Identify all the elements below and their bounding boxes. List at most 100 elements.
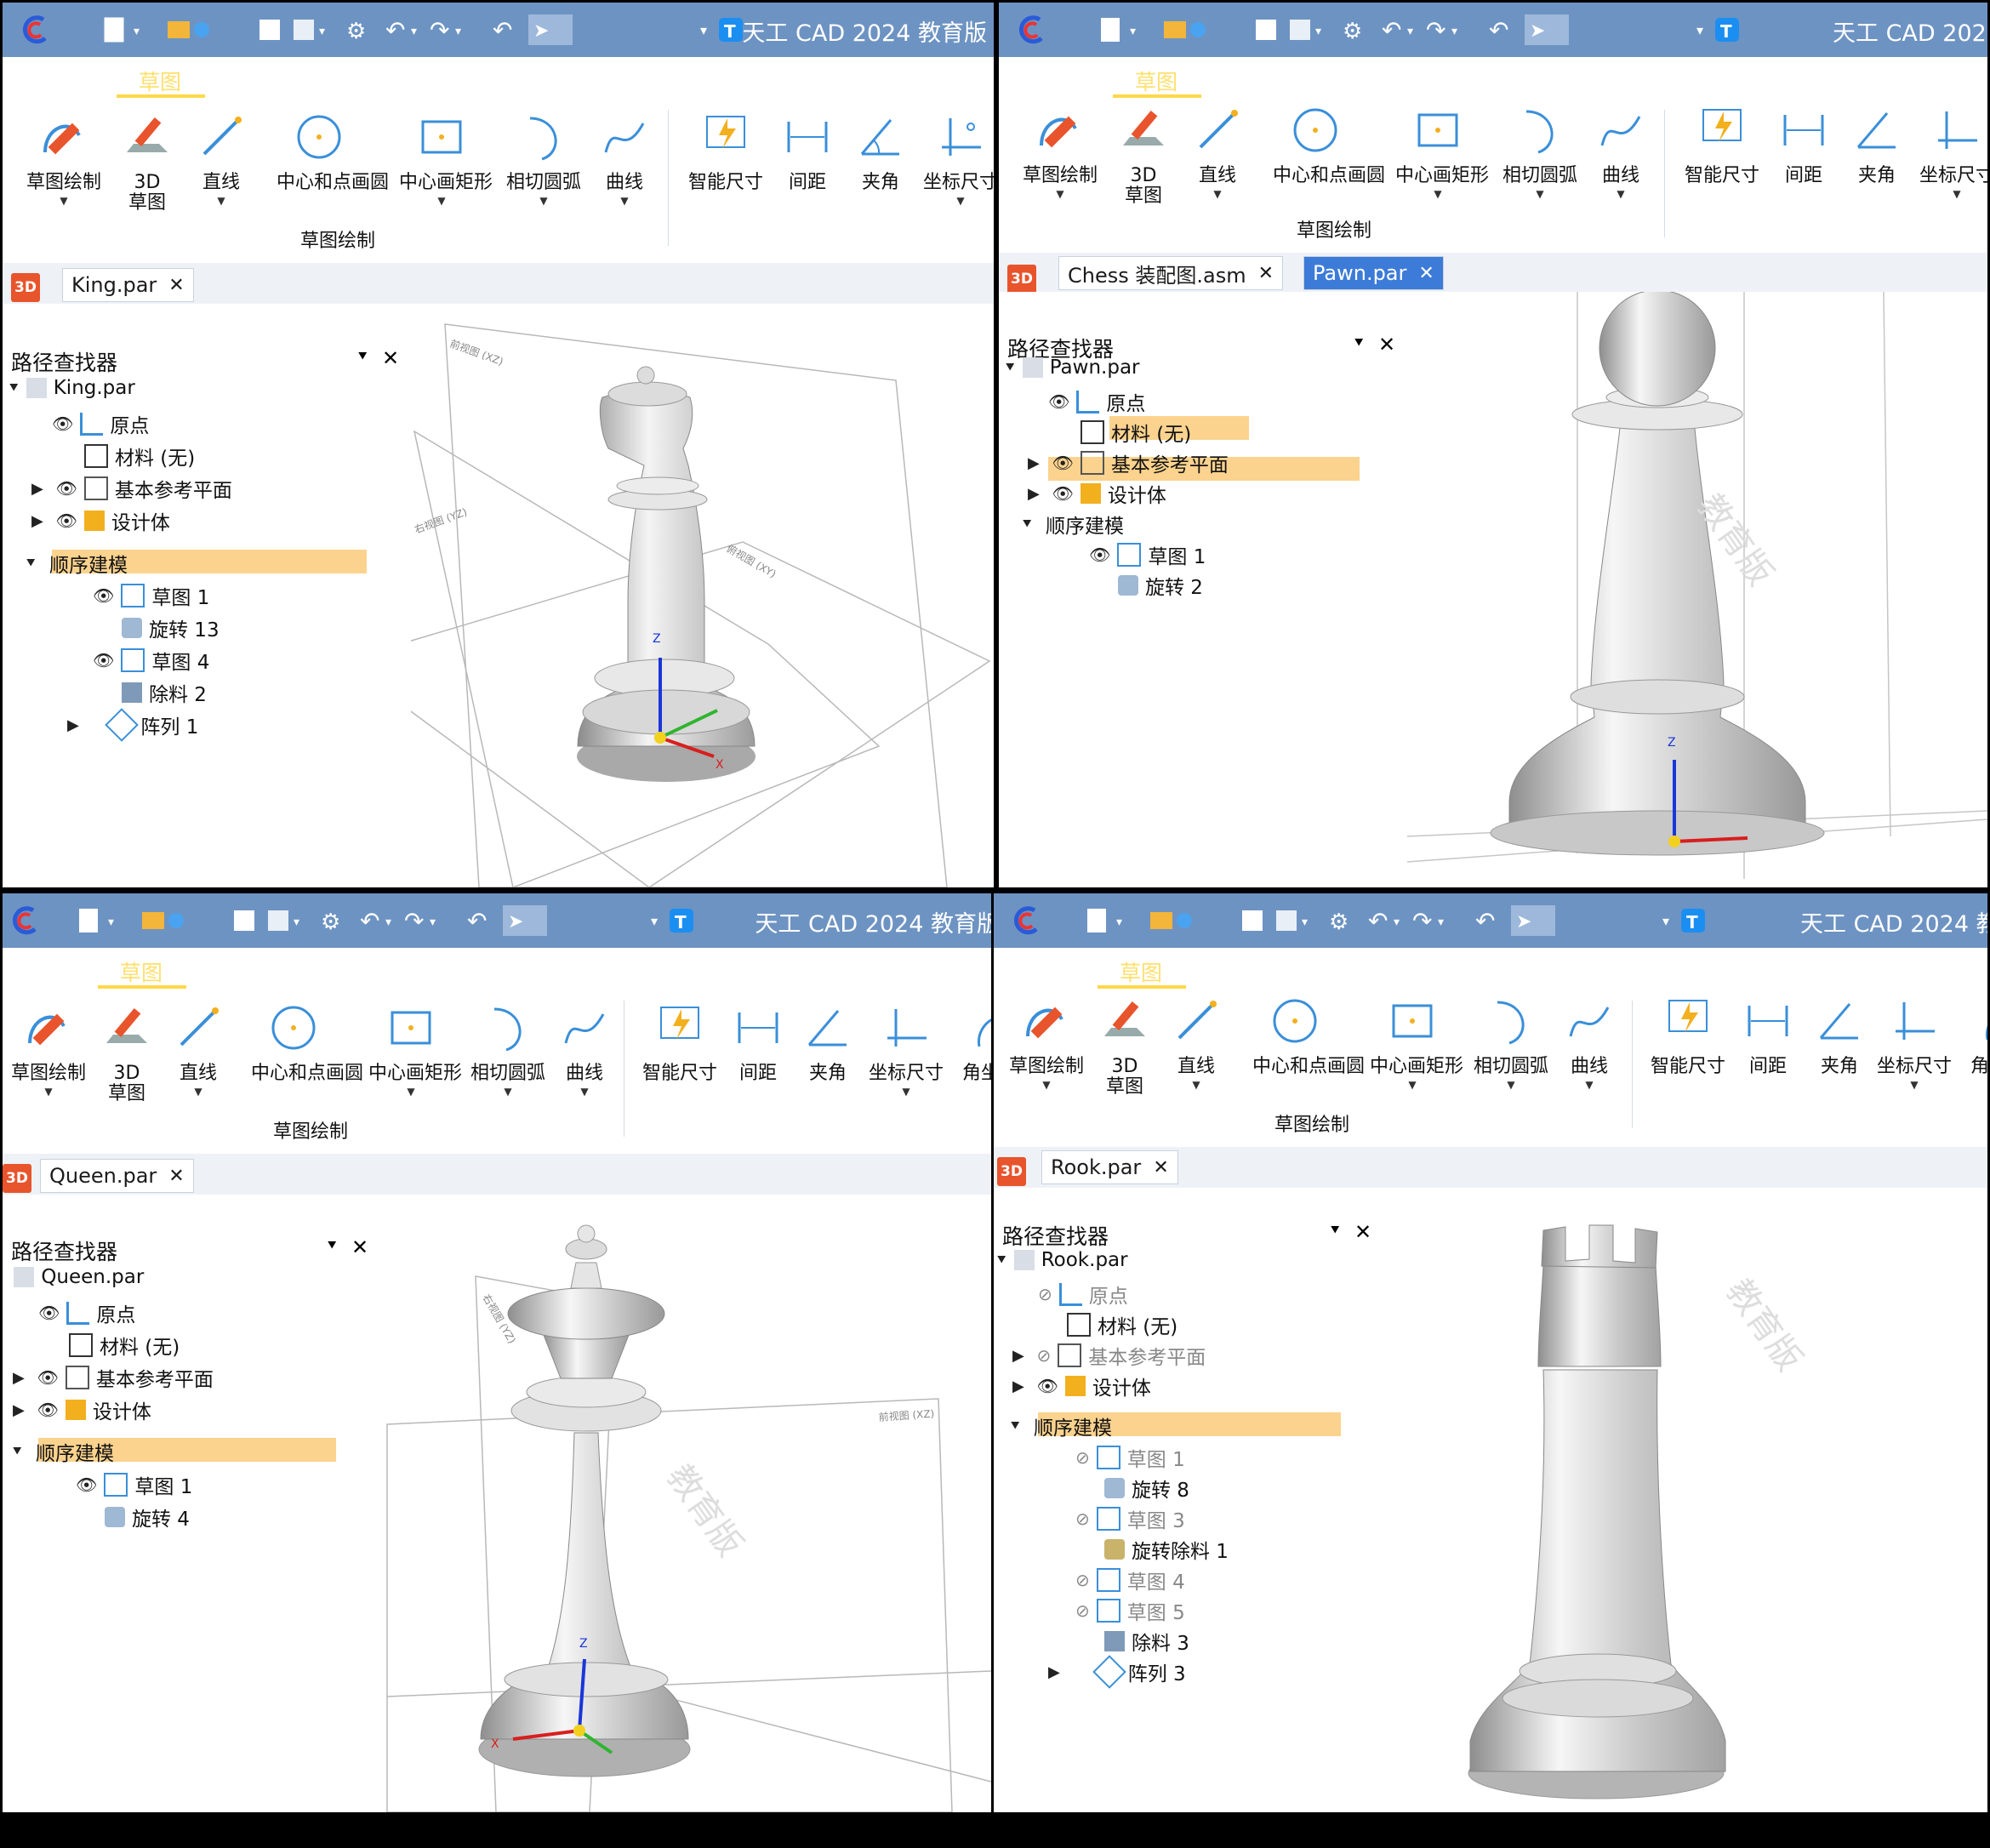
tool-3d-sketch[interactable]: 3D 草图 [105, 110, 190, 214]
eye-icon[interactable]: 👁 [55, 510, 77, 531]
dropdown-icon[interactable]: ▾ T [649, 905, 700, 936]
menu-sketch[interactable]: 草图 [120, 956, 163, 987]
tool-line[interactable]: 直线 ▼ [1154, 994, 1239, 1091]
tree-node[interactable]: 👁 原点 [1048, 387, 1145, 416]
eye-icon[interactable]: 👁 [55, 478, 77, 499]
tree-node[interactable]: ▶ 👁 基本参考平面 [13, 1363, 214, 1392]
menu-file[interactable]: 文件(F) [6, 956, 77, 987]
tree-node[interactable]: 旋转 8 [1104, 1474, 1189, 1503]
menu-pmi[interactable]: PMI [518, 956, 556, 981]
menu-view[interactable]: 视图 [1936, 66, 1979, 96]
menu-sketch[interactable]: 草图 [139, 66, 181, 96]
eye-icon[interactable]: 👁 [93, 650, 114, 670]
tool-curve[interactable]: 曲线 ▼ [1578, 103, 1663, 200]
menu-file[interactable]: 文件(F) [1014, 66, 1086, 96]
tool-smart-dimension[interactable]: 智能尺寸 [1645, 994, 1731, 1077]
tool-tangent-arc[interactable]: 相切圆弧 ▼ [1497, 103, 1582, 200]
close-icon[interactable]: ✕ [351, 1235, 368, 1259]
doc-tab-king[interactable]: King.par ✕ [62, 268, 194, 302]
tree-node[interactable]: 除料 2 [122, 678, 207, 707]
tool-rectangle[interactable]: 中心画矩形 ▼ [399, 110, 493, 207]
tree-node[interactable]: 👁 草图 1 [1089, 540, 1206, 569]
tree-node[interactable]: ⯆ Rook.par [995, 1249, 1128, 1271]
menu-feature[interactable]: 特征 [232, 66, 275, 96]
tool-angle[interactable]: 夹角 [785, 1001, 870, 1084]
tree-node[interactable]: 旋转 4 [105, 1503, 190, 1531]
menu-measure[interactable]: 测量与检查 [1642, 66, 1748, 96]
tree-node[interactable]: 👁 原点 [52, 409, 149, 438]
panel-options-icon[interactable]: ⯆ [356, 348, 368, 366]
tree-node[interactable]: ▶ 阵列 1 [67, 708, 198, 742]
tree-node[interactable]: ⊘ 草图 1 [1075, 1443, 1185, 1472]
menu-pmi[interactable]: PMI [1555, 66, 1593, 90]
tree-node[interactable]: 👁 原点 [38, 1298, 135, 1327]
tree-node[interactable]: ⊘ 草图 5 [1075, 1596, 1185, 1625]
tree-node[interactable]: ⊘ 原点 [1038, 1280, 1128, 1309]
tree-node[interactable]: 材料 (无) [1081, 418, 1191, 447]
eye-icon[interactable]: 👁 [1089, 545, 1110, 565]
eye-icon[interactable]: 👁 [37, 1367, 58, 1388]
doc-tab-assembly[interactable]: Chess 装配图.asm ✕ [1058, 256, 1284, 290]
doc-tab-queen[interactable]: Queen.par ✕ [40, 1159, 194, 1193]
menu-pmi[interactable]: PMI [1525, 956, 1562, 981]
tree-node[interactable]: 👁 草图 1 [93, 581, 209, 610]
close-icon[interactable]: ✕ [1153, 1157, 1168, 1178]
close-icon[interactable]: ✕ [1354, 1220, 1371, 1244]
tree-node[interactable]: 👁 草图 1 [76, 1470, 192, 1499]
tool-curve[interactable]: 曲线 ▼ [1547, 994, 1632, 1091]
tool-distance[interactable]: 间距 [765, 110, 850, 193]
tool-curve[interactable]: 曲线 ▼ [582, 110, 667, 207]
tree-node[interactable]: 旋转 2 [1118, 571, 1203, 600]
queen-chess-piece[interactable] [478, 1224, 691, 1777]
menu-surface[interactable]: 曲面 [1436, 956, 1479, 987]
tree-node[interactable]: 材料 (无) [69, 1331, 180, 1360]
close-icon[interactable]: ✕ [168, 1166, 184, 1187]
close-icon[interactable]: ✕ [1378, 333, 1395, 356]
tool-line[interactable]: 直线 ▼ [156, 1001, 241, 1098]
tree-node[interactable]: ▶ 👁 设计体 [1012, 1372, 1151, 1400]
app-logo-icon[interactable] [1009, 905, 1043, 936]
menu-feature[interactable]: 特征 [1212, 956, 1254, 987]
quick-access-toolbar[interactable]: ▾ ▾ ⚙ ↶ ▾ ↷ ▾ ↶ ➤ [71, 905, 547, 936]
tree-node[interactable]: ▶ 👁 基本参考平面 [1028, 448, 1229, 477]
tool-smart-dimension[interactable]: 智能尺寸 [1679, 103, 1765, 186]
tool-tangent-arc[interactable]: 相切圆弧 ▼ [1468, 994, 1554, 1091]
menu-direct-edit[interactable]: 直接编辑 [1302, 956, 1387, 987]
rook-chess-piece[interactable] [1468, 1224, 1726, 1800]
tree-node[interactable]: 👁 草图 4 [93, 646, 209, 675]
close-icon[interactable]: ✕ [1258, 263, 1274, 284]
app-logo-icon[interactable] [8, 905, 42, 936]
menu-measure[interactable]: 测量与检查 [602, 956, 708, 987]
panel-options-icon[interactable]: ⯆ [326, 1237, 338, 1255]
eye-icon[interactable]: 👁 [52, 414, 73, 434]
king-chess-piece[interactable] [577, 366, 756, 782]
tree-node[interactable]: Queen.par [8, 1266, 144, 1288]
panel-options-icon[interactable]: ⯆ [1353, 334, 1365, 352]
menu-pmi[interactable]: PMI [559, 66, 596, 90]
tool-line[interactable]: 直线 ▼ [179, 110, 264, 207]
menu-additive[interactable]: 增材制造 [804, 66, 889, 96]
workspace[interactable]: 前视图 (XZ) 右视图 (YZ) 俯视图 (XY) Z X 路径查找器 ⯆ ✕… [3, 304, 994, 887]
menu-surface[interactable]: 曲面 [431, 956, 474, 987]
menu-view[interactable]: 视图 [886, 956, 928, 987]
menu-direct-edit[interactable]: 直接编辑 [1323, 66, 1408, 96]
tree-node[interactable]: 旋转除料 1 [1104, 1535, 1229, 1564]
hidden-eye-icon[interactable]: ⊘ [1075, 1509, 1090, 1529]
quick-access-toolbar[interactable]: ▾ ▾ ⚙ ↶ ▾ ↷ ▾ ↶ ➤ [96, 14, 573, 45]
tree-node[interactable]: ⯆ 顺序建模 [1009, 1412, 1112, 1440]
menu-direct-edit[interactable]: 直接编辑 [327, 66, 412, 96]
tree-node[interactable]: ⊘ 草图 3 [1075, 1504, 1185, 1533]
tree-node[interactable]: ⯆ 顺序建模 [1021, 510, 1124, 539]
hidden-eye-icon[interactable]: ⊘ [1075, 1570, 1090, 1590]
tree-node[interactable]: ⊘ 草图 4 [1075, 1566, 1185, 1594]
app-logo-icon[interactable] [1014, 14, 1048, 45]
hidden-eye-icon[interactable]: ⊘ [1038, 1284, 1052, 1304]
hidden-eye-icon[interactable]: ⊘ [1075, 1447, 1090, 1468]
menu-view[interactable]: 视图 [940, 66, 983, 96]
tree-node[interactable]: ▶ 👁 设计体 [13, 1395, 151, 1424]
eye-icon[interactable]: 👁 [93, 585, 114, 606]
tool-rectangle[interactable]: 中心画矩形 ▼ [368, 1001, 462, 1098]
tool-tangent-arc[interactable]: 相切圆弧 ▼ [465, 1001, 550, 1098]
dropdown-icon[interactable]: ▾ T [1695, 14, 1746, 45]
workspace[interactable]: 教育版 路径查找器 ⯆ ✕ ⯆ Rook.par ⊘ 原点 材料 (无) ▶ ⊘ 基… [994, 1188, 1987, 1812]
